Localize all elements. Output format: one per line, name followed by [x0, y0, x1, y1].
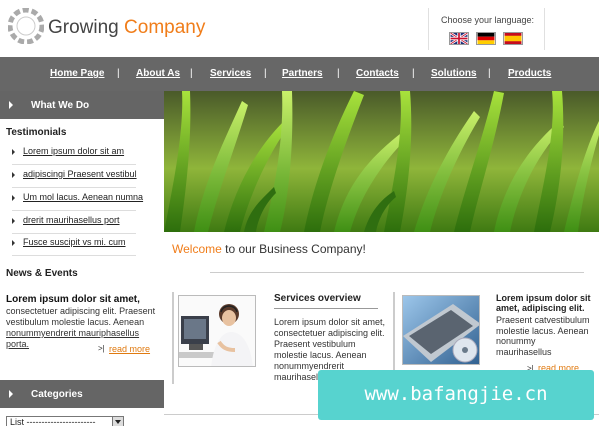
- grass-hero-image: [164, 91, 599, 232]
- language-label: Choose your language:: [440, 15, 535, 25]
- welcome-accent: Welcome: [172, 242, 222, 256]
- testimonial-item[interactable]: adipiscingi Praesent vestibul: [12, 166, 137, 188]
- divider: [210, 272, 584, 273]
- brand-part1: Growing: [48, 17, 119, 38]
- germany-flag-icon[interactable]: [476, 32, 496, 45]
- news-body-text: consectetuer adipiscing elit. Praesent v…: [6, 306, 156, 327]
- news-headline: Lorem ipsum dolor sit amet,: [6, 294, 140, 305]
- select-value: List -----------------------: [10, 417, 96, 426]
- nav-products[interactable]: Products: [508, 68, 551, 79]
- arrow-right-icon: [9, 101, 13, 109]
- testimonial-link[interactable]: drerit maurihasellus port: [23, 215, 120, 225]
- watermark-text: www.bafangjie.cn: [364, 383, 548, 405]
- categories-select[interactable]: List -----------------------: [6, 416, 124, 426]
- header: Growing Company Choose your language:: [0, 0, 599, 57]
- bullet-icon: [12, 149, 15, 155]
- testimonial-item[interactable]: Um mol lacus. Aenean numna: [12, 189, 143, 211]
- language-selector: Choose your language:: [428, 8, 545, 50]
- laptop-photo[interactable]: [402, 295, 480, 365]
- nav-contacts[interactable]: Contacts: [356, 68, 399, 79]
- bullet-icon: [12, 218, 15, 224]
- testimonials-title: Testimonials: [6, 127, 67, 138]
- watermark-banner: www.bafangjie.cn: [318, 370, 594, 420]
- nav-about[interactable]: About As: [136, 68, 180, 79]
- brand-part2: Company: [124, 17, 206, 38]
- nav-separator: |: [488, 68, 491, 79]
- read-more-link[interactable]: read more: [109, 344, 150, 354]
- nav-home[interactable]: Home Page: [50, 68, 104, 79]
- testimonial-item[interactable]: Lorem ipsum dolor sit am: [12, 143, 136, 165]
- feature-title: Lorem ipsum dolor sit amet, adipiscing e…: [496, 293, 591, 313]
- nav-solutions[interactable]: Solutions: [431, 68, 477, 79]
- nav-separator: |: [190, 68, 193, 79]
- nav-separator: |: [412, 68, 415, 79]
- read-more-arrow-icon: >|: [98, 344, 105, 353]
- uk-flag-icon[interactable]: [449, 32, 469, 45]
- categories-title: Categories: [31, 389, 83, 400]
- welcome-heading: Welcome to our Business Company!: [172, 242, 366, 256]
- welcome-rest: to our Business Company!: [221, 242, 366, 256]
- company-logo-icon[interactable]: [8, 8, 44, 44]
- nav-partners[interactable]: Partners: [282, 68, 323, 79]
- divider: [172, 292, 174, 384]
- brand-name[interactable]: Growing Company: [48, 17, 205, 39]
- laptop-cd-image: [403, 296, 479, 364]
- what-we-do-title: What We Do: [31, 100, 90, 111]
- main-nav: Home Page | About As | Services | Partne…: [0, 57, 599, 91]
- testimonial-link[interactable]: Um mol lacus. Aenean numna: [23, 192, 143, 202]
- what-we-do-header[interactable]: What We Do: [0, 91, 164, 119]
- nav-separator: |: [264, 68, 267, 79]
- woman-with-headset-photo[interactable]: [178, 295, 256, 367]
- arrow-right-icon: [9, 390, 13, 398]
- woman-headset-image: [179, 296, 255, 366]
- news-events-title: News & Events: [6, 268, 78, 279]
- bullet-icon: [12, 240, 15, 246]
- services-overview-title: Services overview: [274, 293, 361, 304]
- bullet-icon: [12, 195, 15, 201]
- nav-separator: |: [337, 68, 340, 79]
- sidebar: What We Do Testimonials Lorem ipsum dolo…: [0, 91, 164, 426]
- testimonial-link[interactable]: adipiscingi Praesent vestibul: [23, 169, 137, 179]
- testimonial-item[interactable]: Fusce suscipit vs mi. cum: [12, 234, 136, 256]
- bullet-icon: [12, 172, 15, 178]
- testimonial-link[interactable]: Fusce suscipit vs mi. cum: [23, 237, 126, 247]
- dropdown-arrow-icon[interactable]: [112, 417, 123, 426]
- feature-text: Praesent catvestibulum molestie lacus. A…: [496, 315, 590, 357]
- categories-header[interactable]: Categories: [0, 380, 164, 408]
- nav-separator: |: [117, 68, 120, 79]
- testimonial-item[interactable]: drerit maurihasellus port: [12, 212, 136, 234]
- testimonial-link[interactable]: Lorem ipsum dolor sit am: [23, 146, 124, 156]
- divider: [274, 308, 378, 309]
- spain-flag-icon[interactable]: [503, 32, 523, 45]
- nav-services[interactable]: Services: [210, 68, 251, 79]
